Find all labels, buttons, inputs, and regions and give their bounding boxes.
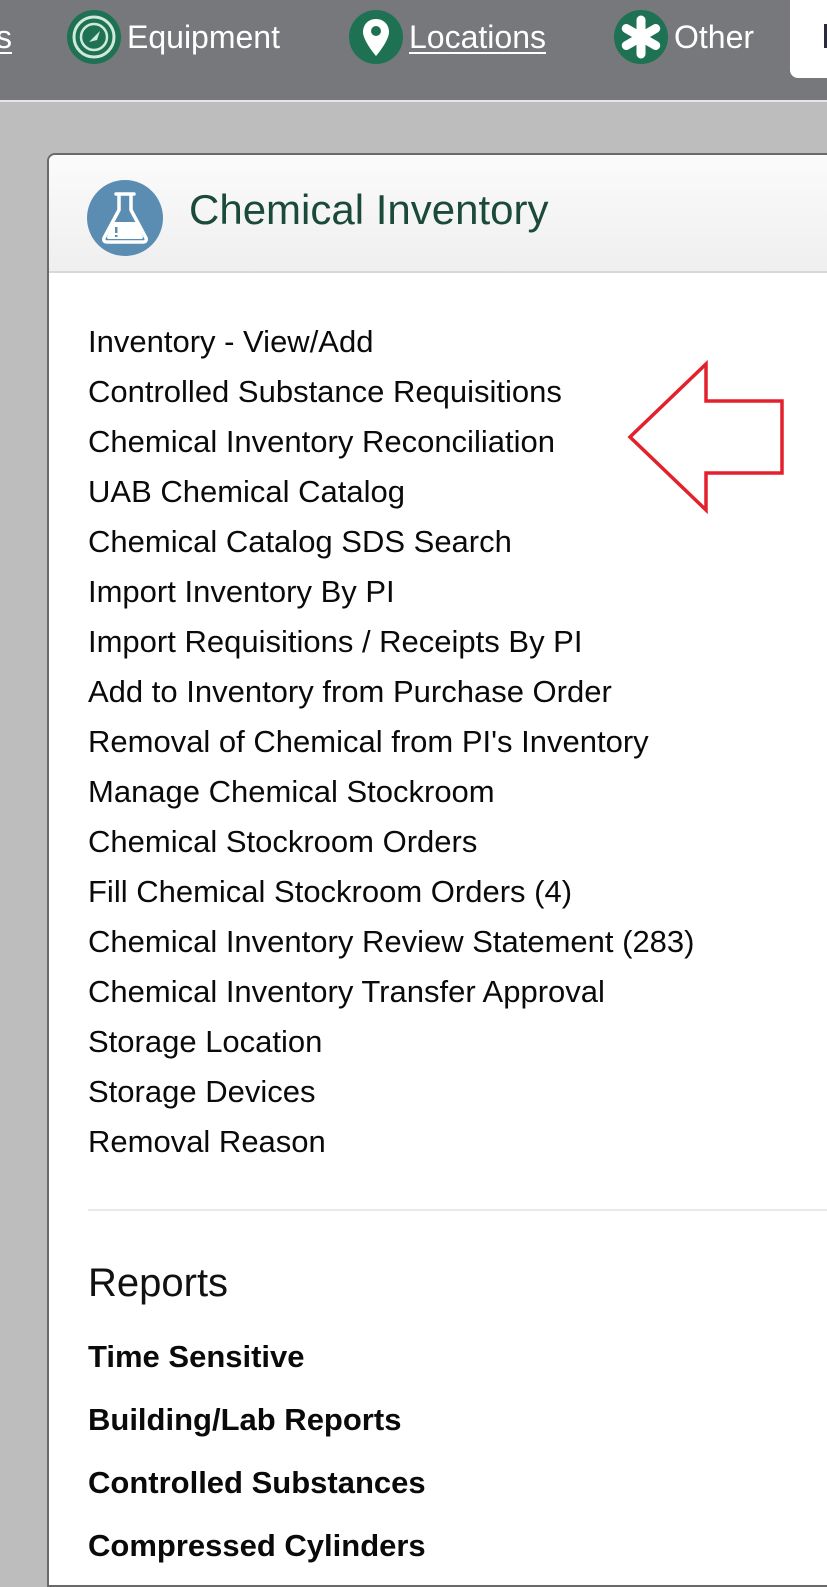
report-controlled-substances[interactable]: Controlled Substances bbox=[88, 1451, 426, 1514]
reports-list: Time Sensitive Building/Lab Reports Cont… bbox=[88, 1325, 426, 1577]
search-input[interactable] bbox=[790, 0, 827, 78]
link-chemical-inventory-review-statement[interactable]: Chemical Inventory Review Statement (283… bbox=[88, 917, 694, 967]
link-import-inventory-by-pi[interactable]: Import Inventory By PI bbox=[88, 567, 694, 617]
link-storage-location[interactable]: Storage Location bbox=[88, 1017, 694, 1067]
link-storage-devices[interactable]: Storage Devices bbox=[88, 1067, 694, 1117]
link-removal-of-chemical[interactable]: Removal of Chemical from PI's Inventory bbox=[88, 717, 694, 767]
nav-item-label: Other bbox=[674, 19, 755, 55]
link-uab-chemical-catalog[interactable]: UAB Chemical Catalog bbox=[88, 467, 694, 517]
section-divider bbox=[88, 1209, 827, 1211]
card-header: Chemical Inventory bbox=[49, 155, 827, 273]
link-manage-chemical-stockroom[interactable]: Manage Chemical Stockroom bbox=[88, 767, 694, 817]
report-building-lab-reports[interactable]: Building/Lab Reports bbox=[88, 1388, 426, 1451]
nav-item-label: Equipment bbox=[127, 19, 280, 55]
link-chemical-catalog-sds-search[interactable]: Chemical Catalog SDS Search bbox=[88, 517, 694, 567]
link-removal-reason[interactable]: Removal Reason bbox=[88, 1117, 694, 1167]
link-chemical-inventory-transfer-approval[interactable]: Chemical Inventory Transfer Approval bbox=[88, 967, 694, 1017]
link-chemical-stockroom-orders[interactable]: Chemical Stockroom Orders bbox=[88, 817, 694, 867]
reports-heading: Reports bbox=[88, 1261, 229, 1305]
flask-icon bbox=[87, 180, 163, 256]
nav-item-other[interactable]: Other bbox=[614, 10, 754, 64]
link-controlled-substance-requisitions[interactable]: Controlled Substance Requisitions bbox=[88, 367, 694, 417]
nav-item-label: Locations bbox=[409, 19, 546, 55]
report-time-sensitive[interactable]: Time Sensitive bbox=[88, 1325, 426, 1388]
nav-item-locations[interactable]: Locations bbox=[349, 10, 546, 64]
link-fill-chemical-stockroom-orders[interactable]: Fill Chemical Stockroom Orders (4) bbox=[88, 867, 694, 917]
gauge-icon bbox=[67, 10, 121, 64]
top-navigation-bar: s Equipment Locations Other bbox=[0, 0, 827, 102]
nav-item-equipment[interactable]: Equipment bbox=[67, 10, 280, 64]
asterisk-icon bbox=[614, 10, 668, 64]
link-add-to-inventory-from-po[interactable]: Add to Inventory from Purchase Order bbox=[88, 667, 694, 717]
nav-item-label: s bbox=[0, 19, 12, 55]
link-import-requisitions-receipts-by-pi[interactable]: Import Requisitions / Receipts By PI bbox=[88, 617, 694, 667]
card-title: Chemical Inventory bbox=[189, 186, 549, 233]
report-compressed-cylinders[interactable]: Compressed Cylinders bbox=[88, 1514, 426, 1577]
chemical-inventory-links: Inventory - View/Add Controlled Substanc… bbox=[88, 317, 694, 1167]
link-inventory-view-add[interactable]: Inventory - View/Add bbox=[88, 317, 694, 367]
map-pin-icon bbox=[349, 10, 403, 64]
chemical-inventory-card: Chemical Inventory Inventory - View/Add … bbox=[47, 153, 827, 1587]
nav-item-partial[interactable]: s bbox=[0, 10, 12, 64]
link-chemical-inventory-reconciliation[interactable]: Chemical Inventory Reconciliation bbox=[88, 417, 694, 467]
